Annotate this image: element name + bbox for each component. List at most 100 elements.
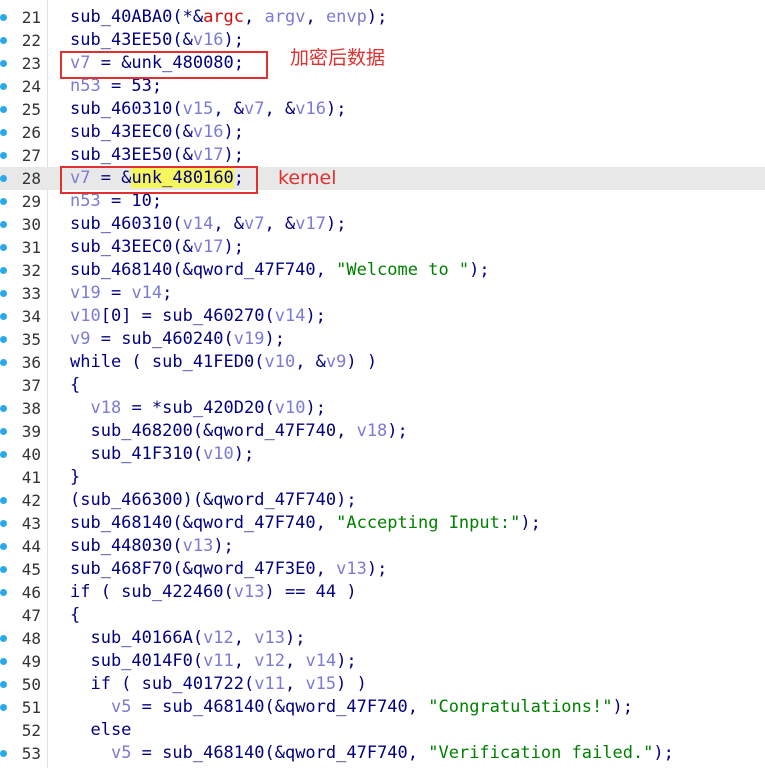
code-line[interactable]: 48 sub_40166A(v12, v13);: [0, 627, 765, 650]
code-text[interactable]: sub_40ABA0(*&argc, argv, envp);: [70, 6, 387, 29]
code-token: = sub_468140(&qword_47F740,: [131, 697, 429, 717]
code-text[interactable]: }: [70, 466, 80, 489]
breakpoint-dot-icon[interactable]: [0, 566, 7, 573]
breakpoint-dot-icon[interactable]: [0, 198, 7, 205]
code-token: v19: [70, 283, 101, 303]
breakpoint-dot-icon[interactable]: [0, 267, 7, 274]
breakpoint-dot-icon[interactable]: [0, 405, 7, 412]
code-text[interactable]: sub_468140(&qword_47F740, "Welcome to ")…: [70, 259, 490, 282]
code-token: = sub_468140(&qword_47F740,: [131, 743, 429, 763]
code-text[interactable]: else: [70, 719, 131, 742]
code-text[interactable]: sub_468200(&qword_47F740, v18);: [70, 420, 407, 443]
breakpoint-dot-icon[interactable]: [0, 14, 7, 21]
code-text[interactable]: sub_43EEC0(&v16);: [70, 121, 244, 144]
breakpoint-dot-icon[interactable]: [0, 681, 7, 688]
breakpoint-dot-icon[interactable]: [0, 221, 7, 228]
breakpoint-dot-icon[interactable]: [0, 313, 7, 320]
code-text[interactable]: v9 = sub_460240(v19);: [70, 328, 285, 351]
breakpoint-dot-icon[interactable]: [0, 589, 7, 596]
code-token: v13: [336, 559, 367, 579]
code-text[interactable]: sub_448030(v13);: [70, 535, 234, 558]
code-text[interactable]: {: [70, 374, 80, 397]
code-text[interactable]: v5 = sub_468140(&qword_47F740, "Congratu…: [70, 696, 633, 719]
breakpoint-dot-icon[interactable]: [0, 106, 7, 113]
code-text[interactable]: if ( sub_422460(v13) == 44 ): [70, 581, 357, 604]
code-text[interactable]: if ( sub_401722(v11, v15) ): [70, 673, 366, 696]
code-line[interactable]: 38 v18 = *sub_420D20(v10);: [0, 397, 765, 420]
code-line[interactable]: 39 sub_468200(&qword_47F740, v18);: [0, 420, 765, 443]
code-text[interactable]: (sub_466300)(&qword_47F740);: [70, 489, 357, 512]
breakpoint-dot-icon[interactable]: [0, 428, 7, 435]
code-line[interactable]: 47 {: [0, 604, 765, 627]
code-text[interactable]: sub_40166A(v12, v13);: [70, 627, 305, 650]
code-token: while ( sub_41FED0(: [70, 352, 265, 372]
code-line[interactable]: 51 v5 = sub_468140(&qword_47F740, "Congr…: [0, 696, 765, 719]
breakpoint-dot-icon[interactable]: [0, 129, 7, 136]
code-text[interactable]: sub_468F70(&qword_47F3E0, v13);: [70, 558, 387, 581]
code-text[interactable]: sub_4014F0(v11, v12, v14);: [70, 650, 356, 673]
code-text[interactable]: sub_43EE50(&v17);: [70, 144, 244, 167]
code-line[interactable]: 52 else: [0, 719, 765, 742]
code-line[interactable]: 42 (sub_466300)(&qword_47F740);: [0, 489, 765, 512]
code-token: sub_4014F0(: [70, 651, 204, 671]
breakpoint-dot-icon[interactable]: [0, 543, 7, 550]
breakpoint-dot-icon[interactable]: [0, 175, 7, 182]
breakpoint-dot-icon[interactable]: [0, 658, 7, 665]
breakpoint-dot-icon[interactable]: [0, 451, 7, 458]
code-token: v17: [295, 214, 326, 234]
code-line[interactable]: 27 sub_43EE50(&v17);: [0, 144, 765, 167]
code-text[interactable]: sub_43EE50(&v16);: [70, 29, 244, 52]
breakpoint-dot-icon[interactable]: [0, 520, 7, 527]
breakpoint-dot-icon[interactable]: [0, 635, 7, 642]
breakpoint-dot-icon[interactable]: [0, 497, 7, 504]
breakpoint-dot-icon[interactable]: [0, 750, 7, 757]
code-line[interactable]: 37 {: [0, 374, 765, 397]
code-text[interactable]: v10[0] = sub_460270(v14);: [70, 305, 326, 328]
code-line[interactable]: 21 sub_40ABA0(*&argc, argv, envp);: [0, 6, 765, 29]
breakpoint-dot-icon[interactable]: [0, 704, 7, 711]
line-number: 24: [21, 77, 41, 96]
breakpoint-dot-icon[interactable]: [0, 60, 7, 67]
code-line[interactable]: 34 v10[0] = sub_460270(v14);: [0, 305, 765, 328]
code-line[interactable]: 31 sub_43EEC0(&v17);: [0, 236, 765, 259]
code-text[interactable]: {: [70, 604, 80, 627]
code-text[interactable]: sub_468140(&qword_47F740, "Accepting Inp…: [70, 512, 541, 535]
code-text[interactable]: sub_460310(v15, &v7, &v16);: [70, 98, 346, 121]
code-line[interactable]: 50 if ( sub_401722(v11, v15) ): [0, 673, 765, 696]
code-line[interactable]: 44 sub_448030(v13);: [0, 535, 765, 558]
code-token: sub_468140(&qword_47F740,: [70, 260, 337, 280]
breakpoint-dot-icon[interactable]: [0, 359, 7, 366]
breakpoint-dot-icon[interactable]: [0, 152, 7, 159]
code-token: , &: [213, 99, 245, 119]
code-line[interactable]: 49 sub_4014F0(v11, v12, v14);: [0, 650, 765, 673]
code-line[interactable]: 36 while ( sub_41FED0(v10, &v9) ): [0, 351, 765, 374]
breakpoint-dot-icon[interactable]: [0, 336, 7, 343]
breakpoint-dot-icon[interactable]: [0, 37, 7, 44]
code-text[interactable]: sub_43EEC0(&v17);: [70, 236, 244, 259]
breakpoint-dot-icon[interactable]: [0, 244, 7, 251]
breakpoint-dot-icon[interactable]: [0, 83, 7, 90]
code-line[interactable]: 46 if ( sub_422460(v13) == 44 ): [0, 581, 765, 604]
code-line[interactable]: 32 sub_468140(&qword_47F740, "Welcome to …: [0, 259, 765, 282]
code-text[interactable]: while ( sub_41FED0(v10, &v9) ): [70, 351, 377, 374]
code-line[interactable]: 41}: [0, 466, 765, 489]
code-text[interactable]: sub_460310(v14, &v7, &v17);: [70, 213, 346, 236]
code-line[interactable]: 25 sub_460310(v15, &v7, &v16);: [0, 98, 765, 121]
code-text[interactable]: sub_41F310(v10);: [70, 443, 254, 466]
line-number: 27: [21, 146, 41, 165]
code-text[interactable]: v18 = *sub_420D20(v10);: [70, 397, 325, 420]
code-line[interactable]: 33 v19 = v14;: [0, 282, 765, 305]
breakpoint-dot-icon[interactable]: [0, 290, 7, 297]
code-line[interactable]: 53 v5 = sub_468140(&qword_47F740, "Verif…: [0, 742, 765, 765]
code-text[interactable]: v5 = sub_468140(&qword_47F740, "Verifica…: [70, 742, 674, 765]
code-text[interactable]: v19 = v14;: [70, 282, 172, 305]
code-token: v17: [192, 145, 224, 165]
code-line[interactable]: 30 sub_460310(v14, &v7, &v17);: [0, 213, 765, 236]
code-line[interactable]: 26 sub_43EEC0(&v16);: [0, 121, 765, 144]
code-line[interactable]: 45 sub_468F70(&qword_47F3E0, v13);: [0, 558, 765, 581]
code-token: );: [223, 122, 245, 142]
code-token: n53: [70, 76, 101, 96]
code-line[interactable]: 43 sub_468140(&qword_47F740, "Accepting I…: [0, 512, 765, 535]
code-line[interactable]: 35 v9 = sub_460240(v19);: [0, 328, 765, 351]
code-line[interactable]: 40 sub_41F310(v10);: [0, 443, 765, 466]
